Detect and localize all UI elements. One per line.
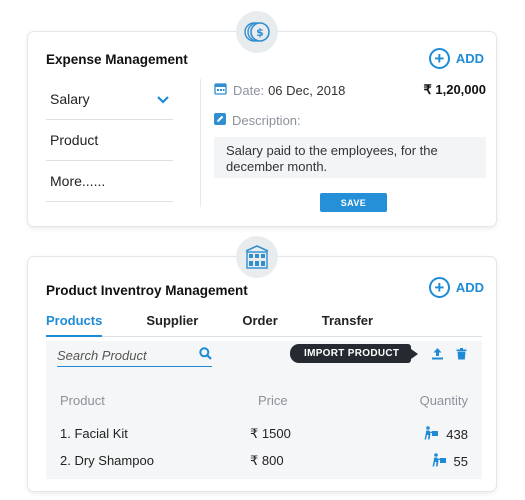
- search-box: [57, 345, 212, 367]
- quantity-value: 55: [453, 454, 468, 469]
- add-label: ADD: [455, 51, 484, 66]
- tab-order[interactable]: Order: [242, 313, 277, 337]
- col-header-price: Price: [258, 393, 288, 408]
- description-row: Description:: [214, 111, 486, 129]
- expense-amount: ₹ 1,20,000: [423, 82, 487, 97]
- col-header-quantity: Quantity: [419, 393, 468, 408]
- table-row[interactable]: 1. Facial Kit ₹ 1500 438: [60, 426, 468, 442]
- plus-circle-icon: +: [428, 48, 450, 69]
- chevron-down-icon[interactable]: [157, 92, 169, 107]
- inventory-card-title: Product Inventroy Management: [46, 283, 248, 298]
- inventory-management-card: Product Inventroy Management + ADD Produ…: [28, 257, 496, 491]
- category-label: More......: [50, 173, 106, 189]
- save-button[interactable]: SAVE: [320, 193, 387, 212]
- table-header: Product Price Quantity: [60, 393, 468, 409]
- search-icon[interactable]: [199, 346, 212, 365]
- quantity-value: 438: [446, 427, 468, 442]
- date-row: Date: 06 Dec, 2018 ₹ 1,20,000: [214, 81, 486, 99]
- category-select-salary[interactable]: Salary: [46, 79, 173, 120]
- product-quantity: 438: [424, 426, 468, 443]
- expense-management-card: Expense Management + ADD Salary Product …: [28, 32, 496, 226]
- inventory-tabs: Products Supplier Order Transfer: [46, 313, 482, 337]
- calendar-icon: [214, 82, 227, 98]
- product-price: ₹ 800: [250, 453, 284, 468]
- warehouse-badge-icon: [236, 236, 278, 278]
- product-name: 2. Dry Shampoo: [60, 453, 154, 468]
- delivery-person-icon: [424, 426, 440, 443]
- table-row[interactable]: 2. Dry Shampoo ₹ 800 55: [60, 453, 468, 469]
- date-label: Date:: [233, 82, 265, 98]
- category-list: Salary Product More......: [46, 79, 173, 202]
- category-item-more[interactable]: More......: [46, 161, 173, 202]
- category-label: Product: [50, 132, 99, 148]
- inventory-panel: IMPORT PRODUCT Product Price Quantity 1.…: [46, 341, 482, 479]
- vertical-divider: [200, 79, 201, 207]
- category-label: Salary: [50, 91, 90, 107]
- col-header-product: Product: [60, 393, 105, 408]
- product-name: 1. Facial Kit: [60, 426, 128, 441]
- expense-detail: Date: 06 Dec, 2018 ₹ 1,20,000 Descriptio…: [214, 81, 486, 178]
- tab-products[interactable]: Products: [46, 313, 103, 337]
- tab-supplier[interactable]: Supplier: [146, 313, 198, 337]
- description-label: Description:: [232, 112, 301, 128]
- svg-text:$: $: [256, 26, 264, 39]
- product-quantity: 55: [432, 453, 468, 470]
- import-product-tooltip: IMPORT PRODUCT: [290, 344, 419, 363]
- description-field[interactable]: Salary paid to the employees, for the de…: [214, 137, 486, 178]
- inventory-add-button[interactable]: + ADD: [428, 277, 484, 298]
- expense-add-button[interactable]: + ADD: [428, 48, 484, 69]
- upload-icon[interactable]: [431, 347, 444, 365]
- coin-badge-icon: $: [236, 11, 278, 53]
- add-label: ADD: [455, 280, 484, 295]
- trash-icon[interactable]: [456, 347, 467, 365]
- product-price: ₹ 1500: [250, 426, 291, 441]
- search-input[interactable]: [57, 348, 182, 363]
- expense-card-title: Expense Management: [46, 52, 188, 67]
- tab-transfer[interactable]: Transfer: [322, 313, 373, 337]
- date-value[interactable]: 06 Dec, 2018: [268, 83, 345, 98]
- delivery-person-icon: [432, 453, 448, 470]
- edit-icon: [214, 112, 226, 128]
- plus-circle-icon: +: [428, 277, 450, 298]
- category-item-product[interactable]: Product: [46, 120, 173, 161]
